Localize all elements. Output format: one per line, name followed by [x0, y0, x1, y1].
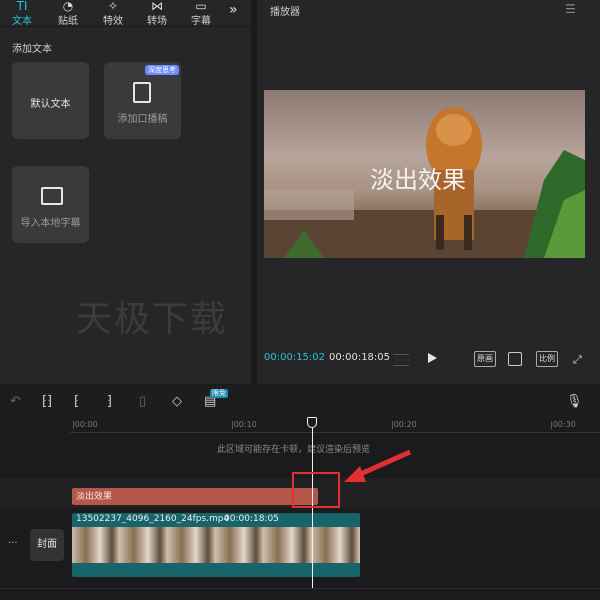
- effects-icon: ✧: [107, 0, 119, 13]
- tab-sticker-label: 贴纸: [58, 16, 78, 27]
- import-subtitle-card[interactable]: 导入本地字幕: [12, 166, 89, 243]
- tick-00-10: |00:10: [231, 420, 257, 429]
- script-icon: [133, 82, 151, 103]
- text-clip-label: 淡出效果: [76, 492, 113, 502]
- transition-icon: ⋈: [151, 0, 163, 13]
- tab-transition[interactable]: ⋈ 转场: [137, 0, 177, 27]
- current-time: 00:00:15:02: [264, 352, 326, 363]
- folder-icon: [41, 187, 63, 205]
- default-text-card[interactable]: 默认文本: [12, 62, 89, 139]
- default-text-label: 默认文本: [30, 99, 71, 110]
- original-quality-button[interactable]: 原画: [474, 351, 496, 367]
- tab-text[interactable]: TI 文本: [2, 0, 42, 27]
- player-title: 播放器: [270, 7, 300, 18]
- add-script-card[interactable]: 深度思考 添加口播稿: [104, 62, 181, 139]
- text-icon: TI: [16, 0, 28, 13]
- video-overlay-text: 淡出效果: [370, 166, 466, 194]
- watermark: 天极下载: [76, 299, 229, 340]
- playhead-handle[interactable]: [307, 417, 317, 428]
- tick-00-00: |00:00: [72, 420, 98, 429]
- subtitle-icon: ▭: [195, 0, 207, 13]
- tab-subtitle[interactable]: ▭ 字幕: [181, 0, 221, 27]
- grid-icon[interactable]: [393, 354, 409, 366]
- more-options-icon[interactable]: ···: [8, 538, 18, 549]
- split-right-icon[interactable]: ⁆: [107, 394, 112, 409]
- highlight-box: [292, 472, 340, 508]
- tab-transition-label: 转场: [147, 16, 167, 27]
- annotation-arrow-icon: [344, 449, 412, 482]
- timeline-toolbar: [0, 386, 600, 418]
- menu-icon[interactable]: ☰: [565, 2, 576, 16]
- limited-free-badge: 限免: [210, 389, 228, 398]
- tab-sticker[interactable]: ◔ 贴纸: [48, 0, 88, 27]
- fullscreen-icon[interactable]: ⤢: [573, 353, 582, 367]
- more-tabs-icon[interactable]: »: [229, 2, 238, 18]
- timeline-ruler[interactable]: [70, 418, 600, 433]
- sticker-icon: ◔: [62, 0, 74, 13]
- tab-text-label: 文本: [12, 16, 32, 27]
- undo-icon[interactable]: ↶: [10, 394, 21, 409]
- import-subtitle-label: 导入本地字幕: [20, 218, 81, 229]
- section-label: 添加文本: [12, 44, 52, 55]
- tick-00-20: |00:20: [391, 420, 417, 429]
- focus-icon[interactable]: [508, 352, 522, 366]
- tab-subtitle-label: 字幕: [191, 16, 211, 27]
- tab-effects-label: 特效: [103, 16, 123, 27]
- ratio-button[interactable]: 比例: [536, 351, 558, 367]
- tick-00-30: |00:30: [550, 420, 576, 429]
- shield-icon[interactable]: ◇: [172, 394, 182, 409]
- add-script-label: 添加口播稿: [117, 114, 168, 125]
- cover-button[interactable]: 封面: [30, 529, 64, 561]
- delete-icon[interactable]: ▯: [139, 394, 146, 409]
- video-clip-duration: 00:00:18:05: [224, 514, 279, 524]
- horizontal-scrollbar[interactable]: [0, 588, 600, 600]
- split-icon[interactable]: ⁅⁆: [42, 394, 52, 409]
- tab-effects[interactable]: ✧ 特效: [93, 0, 133, 27]
- video-clip-filename: 13502237_4096_2160_24fps.mp4: [76, 514, 230, 524]
- split-left-icon[interactable]: ⁅: [74, 394, 79, 409]
- play-icon[interactable]: [428, 353, 437, 363]
- microphone-icon[interactable]: 🎙: [566, 394, 583, 409]
- category-tabs: TI 文本 ◔ 贴纸 ✧ 特效 ⋈ 转场 ▭ 字幕: [0, 0, 251, 27]
- deep-thinking-badge: 深度思考: [145, 65, 179, 75]
- video-thumbnails: [72, 527, 360, 563]
- total-time: 00:00:18:05: [329, 352, 391, 363]
